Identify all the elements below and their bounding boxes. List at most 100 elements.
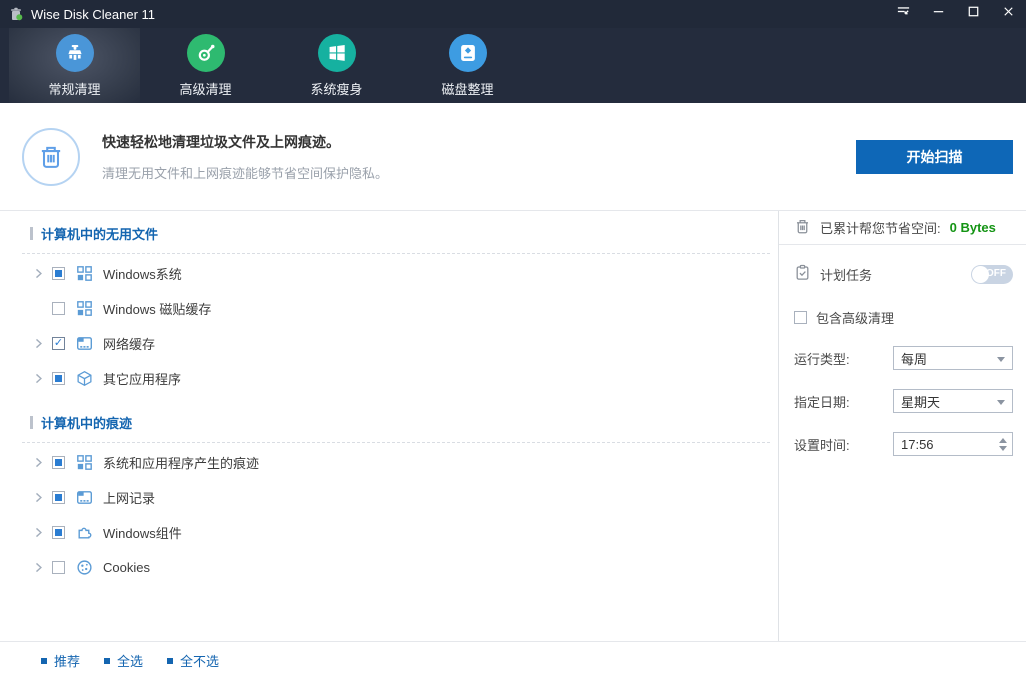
app-box-icon — [76, 370, 93, 387]
schedule-icon — [794, 264, 811, 284]
tree-item-label: 网络缓存 — [103, 337, 156, 352]
panel-divider — [779, 244, 1026, 245]
windows-tiles-icon — [76, 265, 93, 282]
run-type-select[interactable]: 每周 — [893, 346, 1013, 370]
tree-section: 计算机中的无用文件 Windows系统 Windows 磁贴缓存 网络缓存 其它… — [0, 220, 778, 396]
chevron-right-icon[interactable] — [32, 561, 45, 574]
dashed-divider — [22, 253, 770, 254]
tree-item-label: 其它应用程序 — [103, 372, 182, 387]
schedule-toggle[interactable]: OFF — [971, 264, 1013, 284]
day-select[interactable]: 星期天 — [893, 389, 1013, 413]
bullet-icon — [41, 657, 47, 664]
tree-item-checkbox[interactable] — [52, 456, 65, 469]
chevron-right-icon[interactable] — [32, 267, 45, 280]
chevron-right-icon[interactable] — [32, 491, 45, 504]
windows-tiles-icon — [76, 454, 93, 471]
app-logo-icon — [8, 6, 24, 22]
spinner-down-icon[interactable] — [999, 445, 1007, 451]
tree-row[interactable]: Cookies — [0, 550, 778, 585]
brush-icon — [55, 33, 94, 72]
nav-tab-advanced-clean[interactable]: 高级清理 — [140, 28, 271, 103]
tree-item-checkbox[interactable] — [52, 302, 65, 315]
tree-item-label: Windows系统 — [103, 267, 182, 282]
minimize-button[interactable] — [921, 0, 956, 28]
saved-space-label: 已累计帮您节省空间: — [820, 221, 941, 236]
tree-item-checkbox[interactable] — [52, 526, 65, 539]
page-subtitle: 清理无用文件和上网痕迹能够节省空间保护隐私。 — [102, 165, 389, 181]
footer-link[interactable]: 全不选 — [167, 651, 219, 670]
day-value: 星期天 — [901, 394, 941, 410]
tree-section-title: 计算机中的痕迹 — [41, 415, 133, 431]
tree-row[interactable]: 上网记录 — [0, 480, 778, 515]
window-title: Wise Disk Cleaner 11 — [31, 6, 156, 22]
tree-item-checkbox[interactable] — [52, 372, 65, 385]
nav-tab-system-slim[interactable]: 系统瘦身 — [271, 28, 402, 103]
titlebar: Wise Disk Cleaner 11 — [0, 0, 1026, 28]
tree-section-title: 计算机中的无用文件 — [41, 226, 159, 242]
tree-item-label: 上网记录 — [103, 491, 156, 506]
bullet-icon — [167, 657, 174, 664]
chevron-right-icon[interactable] — [32, 526, 45, 539]
start-scan-button[interactable]: 开始扫描 — [856, 139, 1013, 174]
bullet-icon — [104, 657, 111, 664]
toggle-state: OFF — [986, 267, 1006, 279]
main: 计算机中的无用文件 Windows系统 Windows 磁贴缓存 网络缓存 其它… — [0, 211, 1026, 641]
tree-item-label: Windows组件 — [103, 526, 182, 541]
nav-tab-disk-defrag[interactable]: 磁盘整理 — [402, 28, 533, 103]
chevron-right-icon[interactable] — [32, 337, 45, 350]
windows-tiles-icon — [76, 300, 93, 317]
close-button[interactable] — [991, 0, 1026, 28]
cleanup-tree: 计算机中的无用文件 Windows系统 Windows 磁贴缓存 网络缓存 其它… — [0, 211, 778, 641]
disk-icon — [448, 33, 487, 72]
chevron-right-icon[interactable] — [32, 372, 45, 385]
tree-row[interactable]: Windows系统 — [0, 256, 778, 291]
tree-item-checkbox[interactable] — [52, 267, 65, 280]
menu-icon — [896, 4, 911, 24]
tree-row[interactable]: Windows组件 — [0, 515, 778, 550]
run-type-label: 运行类型: — [794, 351, 850, 367]
tree-section: 计算机中的痕迹 系统和应用程序产生的痕迹 上网记录 Windows组件 Cook… — [0, 409, 778, 585]
trash-small-icon — [794, 218, 811, 238]
footer-link[interactable]: 推荐 — [41, 651, 80, 670]
saved-space-value: 0 Bytes — [949, 220, 996, 235]
tree-row[interactable]: 网络缓存 — [0, 326, 778, 361]
run-type-value: 每周 — [901, 351, 928, 367]
spinner-up-icon[interactable] — [999, 437, 1007, 443]
tree-row[interactable]: Windows 磁贴缓存 — [0, 291, 778, 326]
puzzle-icon — [76, 524, 93, 541]
nav-tab-common-clean[interactable]: 常规清理 — [9, 28, 140, 103]
tree-row[interactable]: 其它应用程序 — [0, 361, 778, 396]
window-controls — [886, 0, 1026, 28]
dashed-divider — [22, 442, 770, 443]
browser-cache-icon — [76, 489, 93, 506]
header: 快速轻松地清理垃圾文件及上网痕迹。 清理无用文件和上网痕迹能够节省空间保护隐私。… — [0, 103, 1026, 211]
browser-cache-icon — [76, 335, 93, 352]
footer: 推荐 全选 全不选 — [0, 641, 1026, 679]
day-label: 指定日期: — [794, 394, 850, 410]
maximize-icon — [966, 4, 981, 24]
nav-tabs: 常规清理 高级清理 系统瘦身 磁盘整理 — [0, 28, 1026, 103]
main-menu-button[interactable] — [886, 0, 921, 28]
include-advanced-checkbox[interactable] — [794, 311, 807, 324]
minimize-icon — [931, 4, 946, 24]
cookie-icon — [76, 559, 93, 576]
tree-item-label: 系统和应用程序产生的痕迹 — [103, 456, 260, 471]
chevron-right-icon[interactable] — [32, 456, 45, 469]
tree-item-label: Cookies — [103, 560, 150, 575]
trash-circle-icon — [22, 127, 80, 186]
tree-item-checkbox[interactable] — [52, 561, 65, 574]
time-input[interactable]: 17:56 — [893, 432, 1013, 456]
tree-item-label: Windows 磁贴缓存 — [103, 302, 212, 317]
schedule-label: 计划任务 — [820, 267, 873, 283]
tree-section-header: 计算机中的痕迹 — [30, 409, 778, 435]
right-panel: 已累计帮您节省空间: 0 Bytes 计划任务 OFF 包含高级清理 运行类型:… — [778, 211, 1026, 641]
close-icon — [1001, 4, 1016, 24]
include-advanced-label: 包含高级清理 — [816, 311, 895, 326]
time-value: 17:56 — [901, 436, 934, 452]
tree-row[interactable]: 系统和应用程序产生的痕迹 — [0, 445, 778, 480]
footer-link[interactable]: 全选 — [104, 651, 143, 670]
maximize-button[interactable] — [956, 0, 991, 28]
tree-item-checkbox[interactable] — [52, 337, 65, 350]
tree-item-checkbox[interactable] — [52, 491, 65, 504]
tree-section-header: 计算机中的无用文件 — [30, 220, 778, 246]
